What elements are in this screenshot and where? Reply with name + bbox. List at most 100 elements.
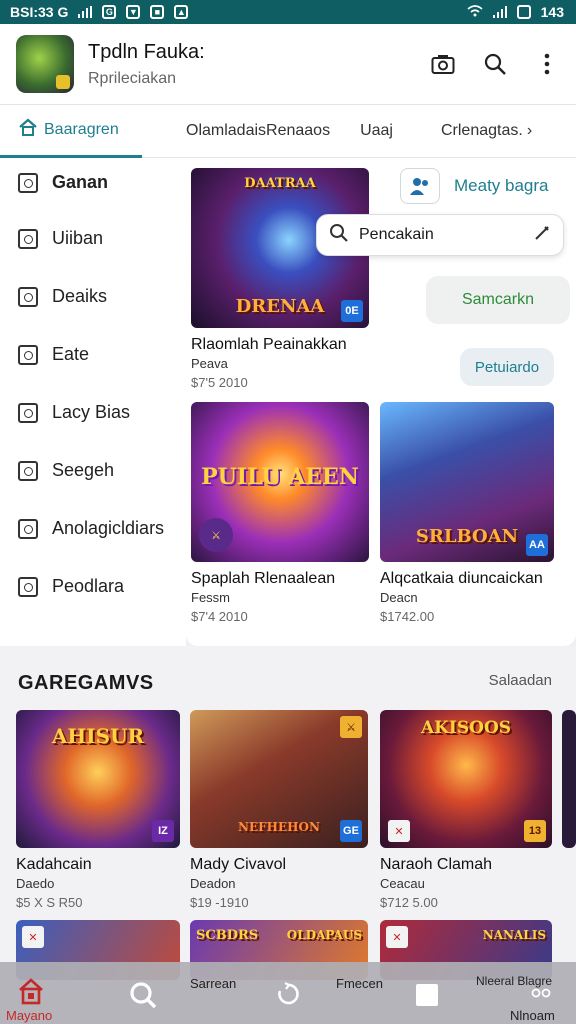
- art-title-top: DAATRAA: [244, 176, 316, 191]
- nav-label[interactable]: Nlnoam: [510, 1008, 555, 1023]
- sidebar: Ganan Uiiban Deaiks Eate Lacy Bias Seege…: [0, 158, 186, 646]
- section-title: GAREGAMVS: [18, 672, 154, 694]
- featured-game-art: PUILU AEEN ⚔: [191, 402, 369, 562]
- game-title: Spaplah Rlenaalean: [191, 570, 336, 587]
- featured-game-card[interactable]: PUILU AEEN ⚔ Spaplah Rlenaalean Fessm $7…: [191, 402, 369, 624]
- app-logo[interactable]: [16, 35, 74, 93]
- art-title: AKISOOS: [420, 718, 512, 738]
- game-card-peek[interactable]: [562, 710, 576, 848]
- rating-badge: IZ: [152, 820, 174, 842]
- tools-icon: [18, 172, 38, 193]
- tag-icon: ✕: [386, 926, 408, 948]
- tab-crlenagtas[interactable]: Crlenagtas. ›: [441, 104, 532, 158]
- game-subtitle: Deadon: [190, 876, 236, 891]
- featured-game-card[interactable]: SRLBOAN AA Alqcatkaia diuncaickan Deacn …: [380, 402, 554, 624]
- see-all-link[interactable]: Salaadan: [489, 672, 552, 689]
- sidebar-item-ganan[interactable]: Ganan: [18, 172, 108, 193]
- game-card[interactable]: AHISUR IZ Kadahcain Daedo $5 X S R50: [16, 710, 180, 910]
- camera-icon[interactable]: [430, 51, 456, 77]
- nav-home-label[interactable]: Mayano: [6, 1008, 52, 1023]
- signal-icon: [78, 6, 93, 18]
- game-title: Naraoh Clamah: [380, 856, 493, 873]
- game-price: $19 -1910: [190, 895, 249, 910]
- refresh-icon[interactable]: [276, 982, 300, 1013]
- art-title: NANALIS: [482, 928, 546, 942]
- emblem-icon: ⚔: [199, 518, 233, 552]
- tab-label: Baaragren: [44, 120, 119, 138]
- image-icon: [18, 402, 38, 423]
- rating-badge: 0E: [341, 300, 363, 322]
- game-card[interactable]: ⚔ NEFHEHON GE Mady Civavol Deadon $19 -1…: [190, 710, 368, 910]
- tab-uaaj[interactable]: Uaaj: [360, 104, 393, 158]
- sidebar-item-label: Seegeh: [52, 460, 115, 480]
- app-subtitle: Rprileciakan: [88, 69, 177, 87]
- sidebar-item-label: Uiiban: [52, 228, 104, 248]
- grid-icon: [18, 518, 38, 539]
- search-box[interactable]: Pencakain: [316, 214, 564, 256]
- sidebar-item-lacy-bias[interactable]: Lacy Bias: [18, 402, 130, 423]
- game-subtitle: Ceacau: [380, 876, 425, 891]
- status-bar: BSI:33 G G ▼ ■ ▲ 143: [0, 0, 576, 24]
- search-icon[interactable]: [128, 980, 158, 1015]
- home-icon: [18, 118, 38, 141]
- user-pill-label: Meaty bagra: [454, 176, 549, 195]
- cell-signal-icon: [492, 6, 507, 18]
- art-title: AHISUR: [51, 724, 145, 748]
- sidebar-item-deaiks[interactable]: Deaiks: [18, 286, 107, 307]
- sidebar-item-anolagicldiars[interactable]: Anolagicldiars: [18, 518, 164, 539]
- game-art: AHISUR IZ: [16, 710, 180, 848]
- game-title: Rlaomlah Peainakkan: [191, 336, 347, 353]
- featured-panel: DAATRAA DRENAA 0E Rlaomlah Peainakkan Pe…: [186, 158, 576, 646]
- more-vert-icon[interactable]: [534, 51, 560, 77]
- game-price: $7'5 2010: [191, 375, 248, 390]
- sidebar-item-eate[interactable]: Eate: [18, 344, 89, 365]
- circle-icon: [18, 576, 38, 597]
- search-input[interactable]: Pencakain: [359, 226, 533, 244]
- sidebar-item-label: Eate: [52, 344, 90, 364]
- tab-categories[interactable]: OlamladaisRenaaos: [186, 104, 330, 158]
- edit-icon[interactable]: [533, 224, 551, 247]
- samcarkn-button[interactable]: Samcarkn: [426, 276, 570, 324]
- rating-badge: GE: [340, 820, 362, 842]
- search-icon[interactable]: [482, 51, 508, 77]
- rating-badge: AA: [526, 534, 548, 556]
- nav-label[interactable]: Sarrean: [190, 976, 236, 991]
- game-art: [562, 710, 576, 848]
- sidebar-item-label: Peodlara: [52, 576, 125, 596]
- game-card[interactable]: AKISOOS ✕ 13 Naraoh Clamah Ceacau $712 5…: [380, 710, 552, 910]
- sidebar-item-label: Ganan: [52, 172, 109, 192]
- people-icon: [400, 168, 440, 204]
- tab-label: Crlenagtas.: [440, 122, 523, 139]
- game-title: Kadahcain: [16, 856, 92, 873]
- battery-icon: [516, 5, 531, 19]
- art-title: OLDAPAUS: [286, 928, 362, 942]
- nav-label[interactable]: Fmecen: [336, 976, 383, 991]
- app-icon: ▲: [174, 5, 189, 19]
- search-icon: [329, 223, 349, 248]
- status-time: BSI:33 G: [10, 4, 69, 20]
- user-pill[interactable]: Meaty bagra: [388, 166, 561, 206]
- checkbox-icon: [18, 228, 38, 249]
- game-subtitle: Fessm: [191, 590, 230, 605]
- game-price: $1742.00: [380, 609, 435, 624]
- sidebar-item-seegeh[interactable]: Seegeh: [18, 460, 114, 481]
- chevron-right-icon: ›: [526, 122, 533, 139]
- nav-label[interactable]: Nleeral Blagre: [476, 974, 552, 988]
- tag-icon: ✕: [22, 926, 44, 948]
- sidebar-item-peodlara[interactable]: Peodlara: [18, 576, 124, 597]
- tab-home[interactable]: Baaragren: [0, 104, 142, 158]
- square-icon[interactable]: [416, 984, 438, 1006]
- sidebar-item-uiiban[interactable]: Uiiban: [18, 228, 103, 249]
- featured-game-card[interactable]: DAATRAA DRENAA 0E Rlaomlah Peainakkan Pe…: [191, 168, 369, 390]
- notification-icon: G: [102, 5, 117, 19]
- game-price: $712 5.00: [380, 895, 438, 910]
- camera-icon: [18, 344, 38, 365]
- game-art: ⚔ NEFHEHON GE: [190, 710, 368, 848]
- app-header: Tpdln Fauka: Rprileciakan: [0, 24, 576, 104]
- game-subtitle: Peava: [191, 356, 228, 371]
- home-icon[interactable]: [16, 976, 46, 1011]
- game-subtitle: Daedo: [16, 876, 55, 891]
- petuiardo-button[interactable]: Petuiardo: [460, 348, 554, 386]
- game-price: $5 X S R50: [16, 895, 83, 910]
- sidebar-item-label: Lacy Bias: [52, 402, 131, 422]
